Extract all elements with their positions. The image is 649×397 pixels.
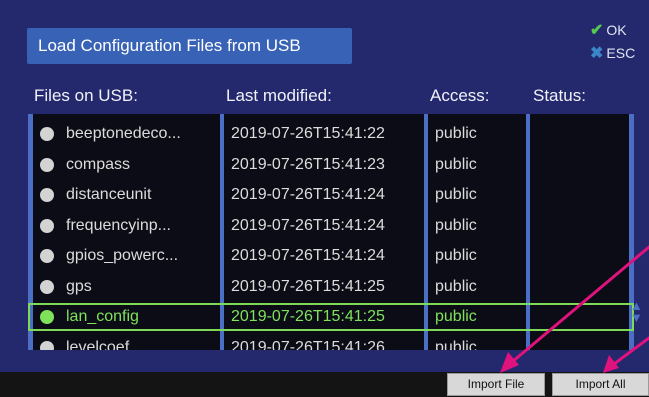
annotation-arrowhead [603,355,619,373]
file-name: levelcoef [66,338,130,351]
column-header-modified: Last modified: [226,86,332,105]
file-status-dot-icon [40,279,54,294]
file-name: beeptonedeco... [66,125,181,142]
dialog-title: Load Configuration Files from USB [27,28,352,64]
file-status-dot-icon [40,340,54,350]
annotation-arrowhead [500,352,519,373]
import-all-button[interactable]: Import All [552,373,649,396]
column-header-access: Access: [430,86,490,105]
scroll-indicator[interactable]: ▲ ▼ [630,299,643,324]
import-file-button[interactable]: Import File [447,373,545,396]
ok-hotkey[interactable]: ✔ OK [590,20,627,40]
file-status-dot-icon [40,249,54,263]
column-header-status: Status: [533,86,586,105]
table-row[interactable]: frequencyinp... 2019-07-26T15:41:24 public [28,212,634,240]
file-modified: 2019-07-26T15:41:25 [231,308,385,325]
file-modified: 2019-07-26T15:41:26 [231,338,385,351]
file-name: frequencyinp... [66,216,171,234]
checkmark-icon: ✔ [590,22,604,39]
file-name: distanceunit [66,186,152,203]
file-status-dot-icon [40,218,54,233]
file-modified: 2019-07-26T15:41:22 [231,125,385,142]
esc-label: ESC [606,45,636,61]
file-access: public [435,247,477,264]
file-table: beeptonedeco... 2019-07-26T15:41:22 public… [28,114,634,350]
config-dialog: Load Configuration Files from USB ✔ OK ✖ E… [0,0,649,397]
file-access: public [435,216,477,234]
file-access: public [435,308,477,325]
file-modified: 2019-07-26T15:41:23 [231,155,385,173]
file-access: public [435,338,477,351]
ok-label: OK [606,22,627,38]
file-modified: 2019-07-26T15:41:25 [231,277,385,295]
column-header-files: Files on USB: [34,86,138,105]
file-modified: 2019-07-26T15:41:24 [231,216,385,234]
file-name: gps [66,277,92,295]
file-name: compass [66,155,131,173]
table-row[interactable]: compass 2019-07-26T15:41:23 public [28,151,634,179]
x-icon: ✖ [590,45,604,62]
file-status-dot-icon [40,188,54,202]
file-access: public [435,277,477,295]
table-row[interactable]: gps 2019-07-26T15:41:25 public [28,273,634,301]
table-row[interactable]: beeptonedeco... 2019-07-26T15:41:22 public [28,120,634,148]
file-access: public [435,155,477,173]
table-row[interactable]: gpios_powerc... 2019-07-26T15:41:24 public [28,242,634,270]
table-row[interactable]: levelcoef 2019-07-26T15:41:26 public [28,334,634,351]
table-row[interactable]: lan_config 2019-07-26T15:41:25 public [28,303,634,331]
esc-hotkey[interactable]: ✖ ESC [590,43,635,63]
file-access: public [435,186,477,203]
file-list: beeptonedeco... 2019-07-26T15:41:22 public… [28,114,634,350]
file-access: public [435,125,477,142]
file-name: gpios_powerc... [66,247,179,264]
file-modified: 2019-07-26T15:41:24 [231,247,385,264]
file-modified: 2019-07-26T15:41:24 [231,186,385,203]
file-status-dot-icon [40,157,54,172]
file-status-dot-icon [40,127,54,141]
file-status-dot-icon [40,310,54,324]
table-row[interactable]: distanceunit 2019-07-26T15:41:24 public [28,181,634,209]
file-name: lan_config [66,308,139,325]
